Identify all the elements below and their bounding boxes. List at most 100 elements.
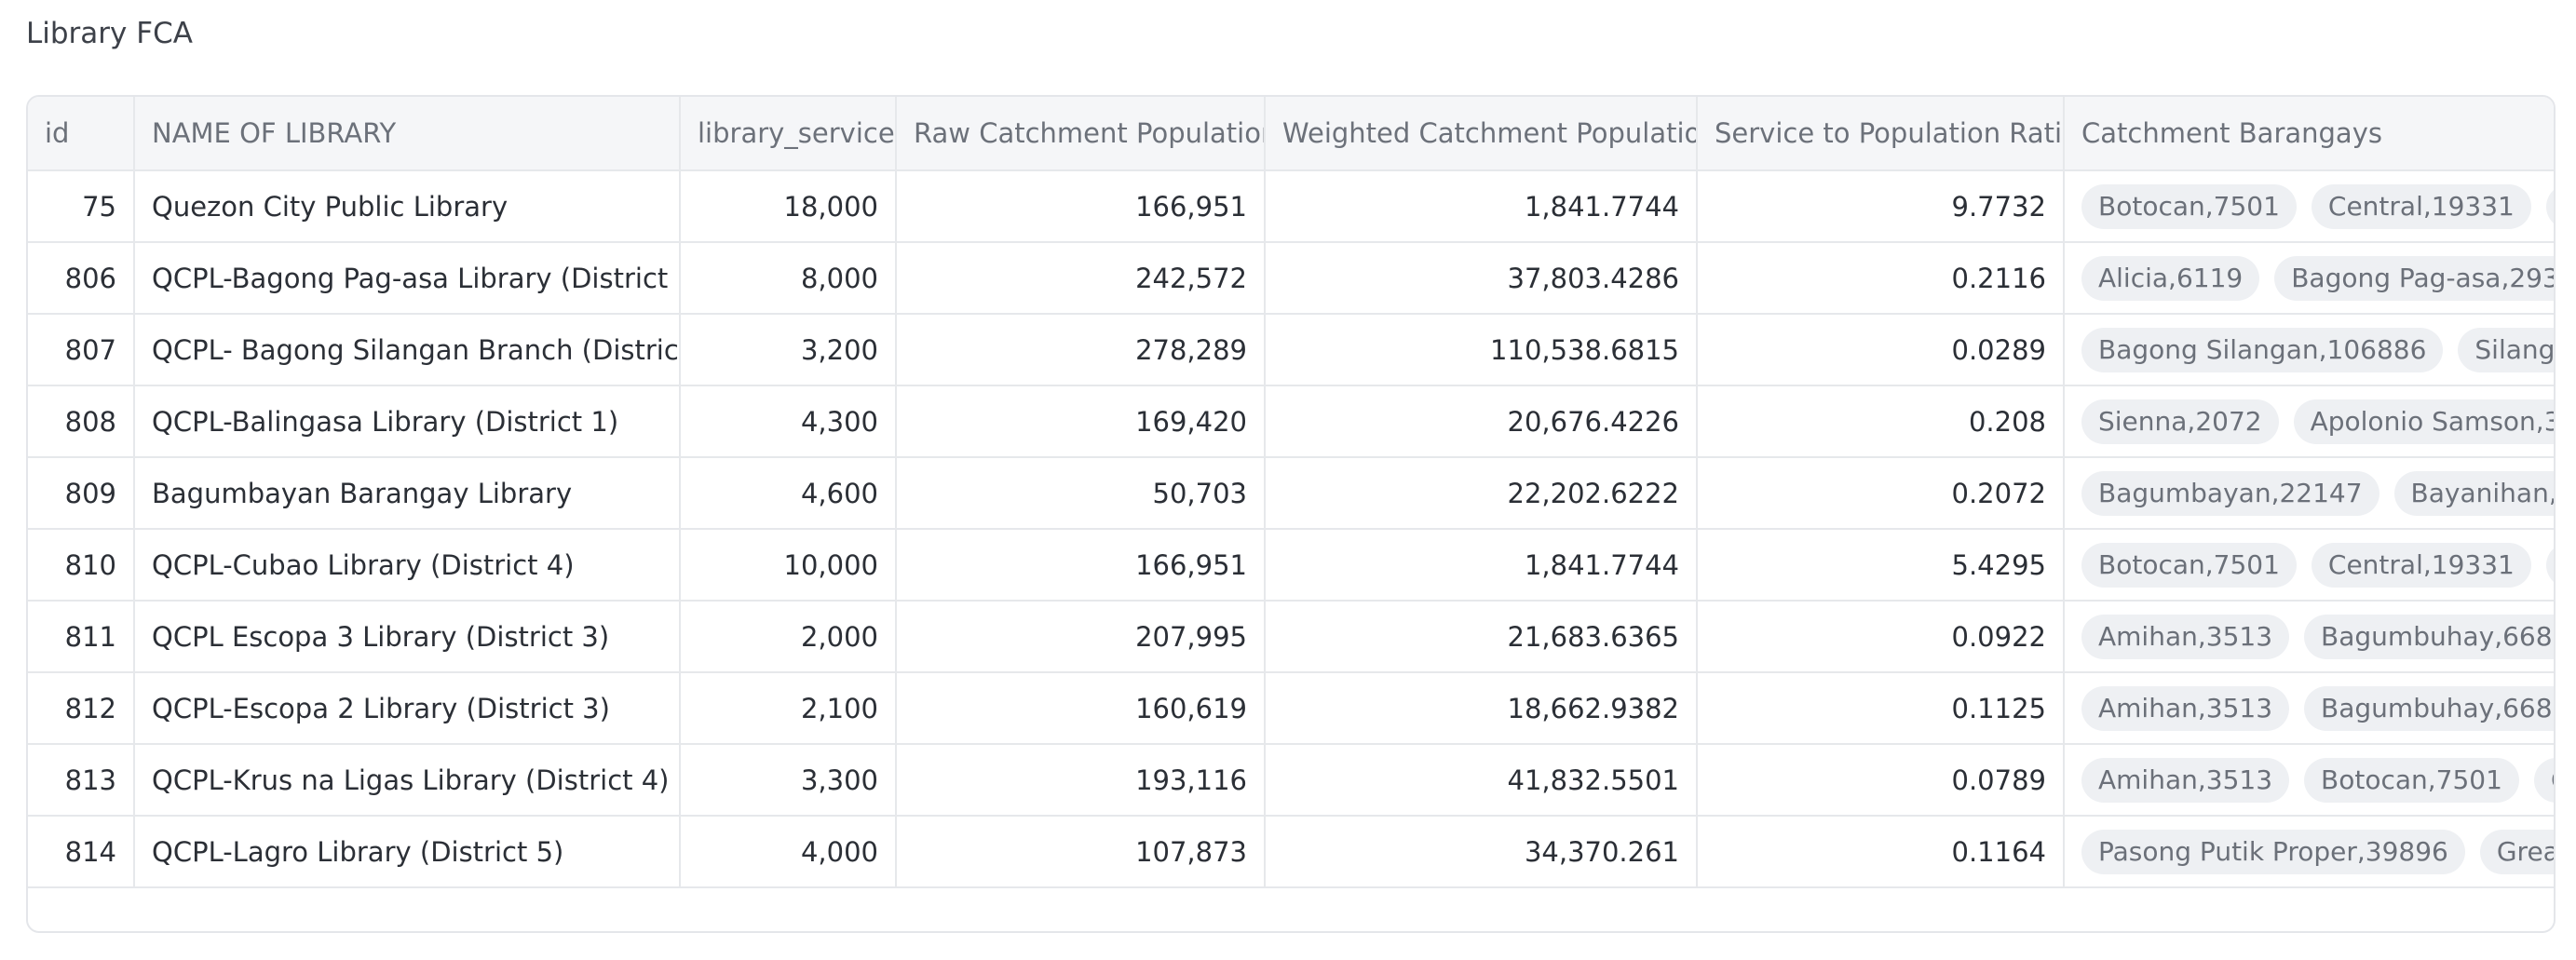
barangay-tag: Botocan,7501 <box>2081 183 2297 229</box>
cell-library-service[interactable]: 8,000 <box>680 242 897 315</box>
cell-weighted-catchment[interactable]: 41,832.5501 <box>1265 744 1698 817</box>
barangay-tag: Greater <box>2479 829 2554 874</box>
cell-ratio[interactable]: 0.0789 <box>1697 744 2065 817</box>
cell-catchment-barangays[interactable]: Bagong Silangan,106886 Silangan, <box>2064 314 2554 386</box>
column-header-ratio[interactable]: Service to Population Ratio <box>1697 97 2065 171</box>
barangay-tag: Pasong Putik Proper,39896 <box>2081 829 2465 874</box>
cell-library-name[interactable]: QCPL Escopa 3 Library (District 3) <box>134 601 681 673</box>
cell-ratio[interactable]: 9.7732 <box>1697 170 2065 243</box>
table-row[interactable]: 809 Bagumbayan Barangay Library 4,600 50,70… <box>28 457 2554 530</box>
cell-ratio[interactable]: 0.1125 <box>1697 672 2065 745</box>
cell-ratio[interactable]: 0.2072 <box>1697 457 2065 530</box>
cell-weighted-catchment[interactable]: 110,538.6815 <box>1265 314 1698 386</box>
cell-id[interactable]: 810 <box>28 529 135 602</box>
cell-raw-catchment[interactable]: 207,995 <box>896 601 1266 673</box>
column-header-library-service[interactable]: library_service <box>680 97 897 171</box>
cell-catchment-barangays[interactable]: Bagumbayan,22147 Bayanihan,61 <box>2064 457 2554 530</box>
page-title: Library FCA <box>26 17 193 50</box>
cell-id[interactable]: 813 <box>28 744 135 817</box>
cell-library-name[interactable]: QCPL-Balingasa Library (District 1) <box>134 385 681 458</box>
barangay-tag: Apolonio Samson,336 <box>2293 399 2554 444</box>
cell-weighted-catchment[interactable]: 1,841.7744 <box>1265 170 1698 243</box>
cell-catchment-barangays[interactable]: Sienna,2072 Apolonio Samson,336 <box>2064 385 2554 458</box>
cell-raw-catchment[interactable]: 107,873 <box>896 816 1266 888</box>
cell-library-service[interactable]: 3,200 <box>680 314 897 386</box>
cell-raw-catchment[interactable]: 166,951 <box>896 529 1266 602</box>
cell-raw-catchment[interactable]: 278,289 <box>896 314 1266 386</box>
cell-weighted-catchment[interactable]: 22,202.6222 <box>1265 457 1698 530</box>
cell-raw-catchment[interactable]: 50,703 <box>896 457 1266 530</box>
column-header-raw-catchment[interactable]: Raw Catchment Population <box>896 97 1266 171</box>
cell-raw-catchment[interactable]: 169,420 <box>896 385 1266 458</box>
cell-weighted-catchment[interactable]: 21,683.6365 <box>1265 601 1698 673</box>
cell-catchment-barangays[interactable]: Amihan,3513 Botocan,7501 Clar <box>2064 744 2554 817</box>
cell-library-name[interactable]: QCPL-Cubao Library (District 4) <box>134 529 681 602</box>
cell-weighted-catchment[interactable]: 1,841.7744 <box>1265 529 1698 602</box>
barangay-tag: Central,19331 <box>2311 183 2531 229</box>
cell-ratio[interactable]: 0.2116 <box>1697 242 2065 315</box>
cell-weighted-catchment[interactable]: 34,370.261 <box>1265 816 1698 888</box>
cell-ratio[interactable]: 5.4295 <box>1697 529 2065 602</box>
data-table[interactable]: id NAME OF LIBRARY library_service Raw C… <box>26 95 2556 933</box>
table-row[interactable]: 812 QCPL-Escopa 2 Library (District 3) 2,1… <box>28 672 2554 745</box>
cell-ratio[interactable]: 0.208 <box>1697 385 2065 458</box>
cell-raw-catchment[interactable]: 242,572 <box>896 242 1266 315</box>
table-row[interactable]: 810 QCPL-Cubao Library (District 4) 10,000… <box>28 529 2554 602</box>
cell-library-name[interactable]: QCPL- Bagong Silangan Branch (District 2… <box>134 314 681 386</box>
cell-library-name[interactable]: QCPL-Bagong Pag-asa Library (District 1) <box>134 242 681 315</box>
table-row[interactable]: 806 QCPL-Bagong Pag-asa Library (District… <box>28 242 2554 315</box>
cell-id[interactable]: 807 <box>28 314 135 386</box>
table-row[interactable]: 811 QCPL Escopa 3 Library (District 3) 2,0… <box>28 601 2554 673</box>
column-header-id[interactable]: id <box>28 97 135 171</box>
column-header-name[interactable]: NAME OF LIBRARY <box>134 97 681 171</box>
cell-library-name[interactable]: Quezon City Public Library <box>134 170 681 243</box>
column-header-barangays[interactable]: Catchment Barangays <box>2064 97 2554 171</box>
cell-id[interactable]: 809 <box>28 457 135 530</box>
cell-library-service[interactable]: 18,000 <box>680 170 897 243</box>
cell-ratio[interactable]: 0.1164 <box>1697 816 2065 888</box>
cell-weighted-catchment[interactable]: 18,662.9382 <box>1265 672 1698 745</box>
table-row[interactable]: 808 QCPL-Balingasa Library (District 1) 4,… <box>28 385 2554 458</box>
cell-id[interactable]: 811 <box>28 601 135 673</box>
barangay-tag: Central,19331 <box>2311 542 2531 588</box>
barangay-tag: Bagumbuhay,6681 <box>2304 685 2554 731</box>
cell-weighted-catchment[interactable]: 37,803.4286 <box>1265 242 1698 315</box>
cell-library-name[interactable]: QCPL-Escopa 2 Library (District 3) <box>134 672 681 745</box>
cell-raw-catchment[interactable]: 160,619 <box>896 672 1266 745</box>
barangay-tag: Amihan,3513 <box>2081 757 2290 803</box>
cell-ratio[interactable]: 0.0289 <box>1697 314 2065 386</box>
cell-raw-catchment[interactable]: 166,951 <box>896 170 1266 243</box>
cell-library-name[interactable]: Bagumbayan Barangay Library <box>134 457 681 530</box>
cell-catchment-barangays[interactable]: Alicia,6119 Bagong Pag-asa,29389 <box>2064 242 2554 315</box>
cell-weighted-catchment[interactable]: 20,676.4226 <box>1265 385 1698 458</box>
table-row[interactable]: 814 QCPL-Lagro Library (District 5) 4,000 1… <box>28 816 2554 888</box>
cell-library-service[interactable]: 2,100 <box>680 672 897 745</box>
table-row[interactable]: 807 QCPL- Bagong Silangan Branch (Distric… <box>28 314 2554 386</box>
cell-library-service[interactable]: 4,300 <box>680 385 897 458</box>
cell-catchment-barangays[interactable]: Botocan,7501 Central,19331 Eas <box>2064 529 2554 602</box>
cell-library-service[interactable]: 10,000 <box>680 529 897 602</box>
cell-library-service[interactable]: 3,300 <box>680 744 897 817</box>
barangay-tag: Amihan,3513 <box>2081 685 2290 731</box>
cell-id[interactable]: 75 <box>28 170 135 243</box>
cell-catchment-barangays[interactable]: Botocan,7501 Central,19331 Eas <box>2064 170 2554 243</box>
cell-id[interactable]: 812 <box>28 672 135 745</box>
cell-library-name[interactable]: QCPL-Krus na Ligas Library (District 4) <box>134 744 681 817</box>
cell-id[interactable]: 808 <box>28 385 135 458</box>
cell-catchment-barangays[interactable]: Amihan,3513 Bagumbuhay,6681 <box>2064 672 2554 745</box>
column-header-weighted-catchment[interactable]: Weighted Catchment Population <box>1265 97 1698 171</box>
barangay-tag: Clar <box>2533 757 2554 803</box>
table-row[interactable]: 813 QCPL-Krus na Ligas Library (District … <box>28 744 2554 817</box>
table-row[interactable]: 75 Quezon City Public Library 18,000 166,95… <box>28 170 2554 243</box>
cell-catchment-barangays[interactable]: Pasong Putik Proper,39896 Greater <box>2064 816 2554 888</box>
cell-ratio[interactable]: 0.0922 <box>1697 601 2065 673</box>
cell-id[interactable]: 806 <box>28 242 135 315</box>
barangay-tag: Silangan, <box>2458 327 2554 372</box>
cell-catchment-barangays[interactable]: Amihan,3513 Bagumbuhay,6681 <box>2064 601 2554 673</box>
cell-library-service[interactable]: 4,600 <box>680 457 897 530</box>
cell-raw-catchment[interactable]: 193,116 <box>896 744 1266 817</box>
cell-library-service[interactable]: 4,000 <box>680 816 897 888</box>
cell-id[interactable]: 814 <box>28 816 135 888</box>
cell-library-service[interactable]: 2,000 <box>680 601 897 673</box>
cell-library-name[interactable]: QCPL-Lagro Library (District 5) <box>134 816 681 888</box>
